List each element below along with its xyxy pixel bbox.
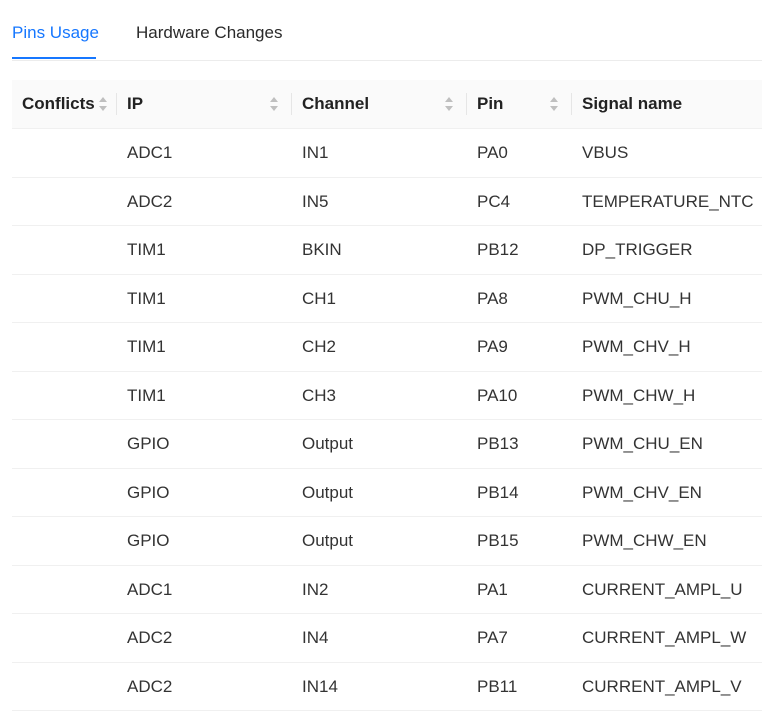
- tab-bar: Pins Usage Hardware Changes: [12, 0, 762, 61]
- sort-icon-conflicts[interactable]: [97, 95, 109, 113]
- cell-ip: TIM1: [127, 337, 166, 356]
- cell-pin: PA1: [477, 579, 508, 599]
- cell-pin: PB14: [477, 482, 519, 502]
- cell-pin: PB11: [477, 676, 518, 696]
- cell-pin: PB13: [477, 434, 519, 453]
- tab-hardware-changes[interactable]: Hardware Changes: [136, 21, 282, 45]
- table-row[interactable]: TIM1 CH2 PA9 PWM_CHV_H: [12, 323, 762, 372]
- cell-ip: ADC2: [127, 628, 173, 647]
- cell-signal-name: PWM_CHU_EN: [582, 434, 703, 453]
- cell-channel: Output: [302, 482, 354, 502]
- active-tab-indicator: [12, 57, 96, 59]
- cell-pin: PB15: [477, 531, 519, 550]
- cell-ip: TIM1: [127, 240, 166, 259]
- cell-signal-name: PWM_CHV_H: [582, 337, 691, 356]
- cell-pin: PB12: [477, 240, 519, 259]
- cell-signal-name: TEMPERATURE_NTC: [582, 191, 754, 211]
- column-header-label: Signal name: [582, 94, 683, 113]
- cell-ip: GPIO: [127, 531, 170, 550]
- table-body: ADC1 IN1 PA0 VBUS ADC2 IN5 PC4 TEMPERATU…: [12, 129, 762, 711]
- table-row[interactable]: ADC2 IN14 PB11 CURRENT_AMPL_V: [12, 663, 762, 711]
- cell-signal-name: PWM_CHU_H: [582, 288, 692, 308]
- table-row[interactable]: TIM1 BKIN PB12 DP_TRIGGER: [12, 226, 762, 275]
- cell-channel: IN4: [302, 628, 329, 647]
- cell-channel: CH1: [302, 288, 337, 308]
- table-row[interactable]: GPIO Output PB15 PWM_CHW_EN: [12, 517, 762, 566]
- cell-channel: IN2: [302, 579, 329, 599]
- cell-pin: PA10: [477, 385, 518, 405]
- cell-pin: PC4: [477, 191, 511, 211]
- cell-ip: TIM1: [127, 288, 166, 308]
- table-row[interactable]: ADC2 IN5 PC4 TEMPERATURE_NTC: [12, 178, 762, 226]
- cell-ip: ADC2: [127, 676, 173, 696]
- table-row[interactable]: ADC1 IN2 PA1 CURRENT_AMPL_U: [12, 566, 762, 614]
- table-header: Conflicts IP Channel Pin Signal name: [12, 80, 762, 129]
- column-header-channel[interactable]: Channel: [292, 80, 467, 128]
- sort-icon-channel[interactable]: [443, 95, 455, 113]
- cell-pin: PA9: [477, 337, 508, 356]
- sort-icon-ip[interactable]: [268, 95, 280, 113]
- cell-channel: IN5: [302, 191, 329, 211]
- column-header-label: Channel: [302, 94, 370, 113]
- cell-ip: ADC2: [127, 191, 173, 211]
- table-row[interactable]: ADC1 IN1 PA0 VBUS: [12, 129, 762, 178]
- cell-signal-name: CURRENT_AMPL_U: [582, 579, 743, 599]
- table-row[interactable]: TIM1 CH3 PA10 PWM_CHW_H: [12, 372, 762, 420]
- cell-channel: BKIN: [302, 240, 342, 259]
- cell-channel: Output: [302, 434, 354, 453]
- cell-channel: IN14: [302, 676, 338, 696]
- column-header-ip[interactable]: IP: [117, 80, 292, 128]
- cell-channel: CH3: [302, 385, 337, 405]
- cell-ip: ADC1: [127, 579, 173, 599]
- column-header-label: IP: [127, 94, 144, 113]
- table-row[interactable]: GPIO Output PB14 PWM_CHV_EN: [12, 469, 762, 517]
- cell-pin: PA8: [477, 288, 508, 308]
- tab-pins-usage[interactable]: Pins Usage: [12, 21, 99, 45]
- cell-ip: GPIO: [127, 482, 170, 502]
- cell-signal-name: PWM_CHW_H: [582, 385, 696, 405]
- cell-signal-name: CURRENT_AMPL_W: [582, 628, 747, 647]
- cell-channel: CH2: [302, 337, 337, 356]
- table-row[interactable]: TIM1 CH1 PA8 PWM_CHU_H: [12, 275, 762, 323]
- table-row[interactable]: GPIO Output PB13 PWM_CHU_EN: [12, 420, 762, 469]
- column-header-label: Pin: [477, 94, 504, 113]
- cell-channel: Output: [302, 531, 354, 550]
- table-row[interactable]: ADC2 IN4 PA7 CURRENT_AMPL_W: [12, 614, 762, 663]
- cell-signal-name: CURRENT_AMPL_V: [582, 676, 742, 696]
- cell-channel: IN1: [302, 143, 329, 162]
- pins-usage-table: Conflicts IP Channel Pin Signal name ADC…: [12, 80, 762, 711]
- cell-signal-name: PWM_CHV_EN: [582, 482, 702, 502]
- cell-pin: PA7: [477, 628, 508, 647]
- column-header-label: Conflicts: [22, 94, 95, 113]
- column-header-signal-name: Signal name: [572, 80, 762, 128]
- cell-signal-name: PWM_CHW_EN: [582, 531, 707, 550]
- cell-ip: ADC1: [127, 143, 173, 162]
- sort-icon-pin[interactable]: [548, 95, 560, 113]
- cell-signal-name: VBUS: [582, 143, 629, 162]
- cell-signal-name: DP_TRIGGER: [582, 240, 693, 259]
- cell-pin: PA0: [477, 143, 508, 162]
- cell-ip: GPIO: [127, 434, 170, 453]
- cell-ip: TIM1: [127, 385, 166, 405]
